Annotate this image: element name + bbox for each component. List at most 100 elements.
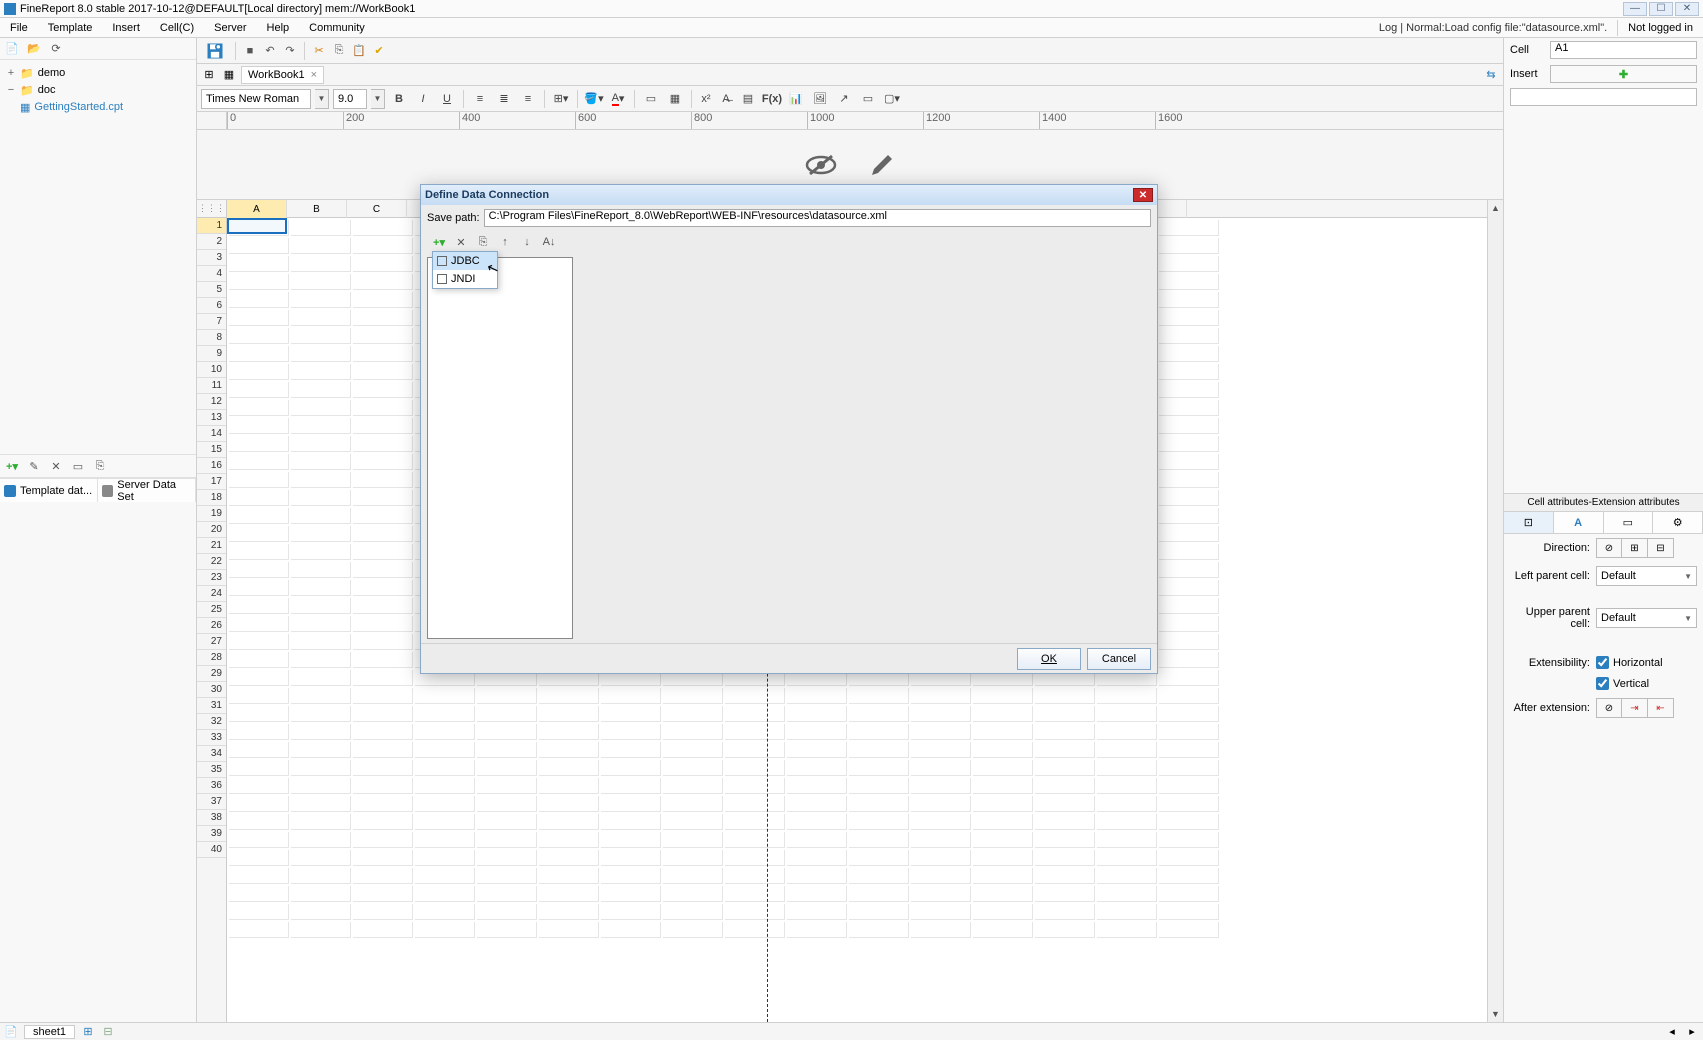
refresh-icon[interactable]: ⟳ [48,41,64,57]
bgcolor-button[interactable]: 🪣▾ [584,89,604,109]
direction-none[interactable]: ⊘ [1596,538,1622,558]
left-parent-select[interactable]: Default▼ [1596,566,1697,586]
undo-icon[interactable]: ↶ [262,43,278,59]
row-header[interactable]: 14 [197,426,226,442]
workbook-tab[interactable]: WorkBook1 × [241,66,324,84]
row-header[interactable]: 6 [197,298,226,314]
menu-help[interactable]: Help [257,20,300,36]
menu-server[interactable]: Server [204,20,256,36]
direction-vertical[interactable]: ⊞ [1622,538,1648,558]
pencil-icon[interactable] [868,151,896,179]
folder-doc[interactable]: −📁doc [6,82,190,98]
edit-ds-icon[interactable]: ✎ [26,458,42,474]
cancel-button[interactable]: Cancel [1087,648,1151,670]
cut-icon[interactable]: ✂ [311,43,327,59]
row-header[interactable]: 3 [197,250,226,266]
indent-button[interactable]: ▤ [738,89,758,109]
row-header[interactable]: 5 [197,282,226,298]
row-header[interactable]: 17 [197,474,226,490]
row-header[interactable]: 32 [197,714,226,730]
dlg-sort-icon[interactable]: A↓ [541,234,557,250]
dialog-title-bar[interactable]: Define Data Connection ✕ [421,185,1157,205]
direction-horizontal[interactable]: ⊟ [1648,538,1674,558]
align-left-button[interactable]: ≡ [470,89,490,109]
add-ds-icon[interactable]: +▾ [4,458,20,474]
row-header[interactable]: 37 [197,794,226,810]
hyperlink-button[interactable]: ↗ [834,89,854,109]
split-button[interactable]: ▦ [665,89,685,109]
dlg-delete-icon[interactable]: ✕ [453,234,469,250]
row-header[interactable]: 8 [197,330,226,346]
menu-template[interactable]: Template [38,20,103,36]
menu-insert[interactable]: Insert [102,20,150,36]
row-header[interactable]: 35 [197,762,226,778]
row-header[interactable]: 7 [197,314,226,330]
vertical-scrollbar[interactable]: ▲ ▼ [1487,200,1503,1022]
stop-icon[interactable]: ■ [242,43,258,59]
horizontal-checkbox[interactable]: Horizontal [1596,656,1663,669]
align-center-button[interactable]: ≣ [494,89,514,109]
row-header[interactable]: 24 [197,586,226,602]
dlg-down-icon[interactable]: ↓ [519,234,535,250]
upper-parent-select[interactable]: Default▼ [1596,608,1697,628]
align-right-button[interactable]: ≡ [518,89,538,109]
preview-ds-icon[interactable]: ▭ [70,458,86,474]
sheet-next-icon[interactable]: ▸ [1685,1025,1699,1039]
form-mode-icon[interactable]: ▦ [221,67,237,83]
vertical-checkbox[interactable]: Vertical [1596,677,1649,690]
row-header[interactable]: 19 [197,506,226,522]
row-header[interactable]: 1 [197,218,226,234]
border-button[interactable]: ⊞▾ [551,89,571,109]
sub-button[interactable]: A̶ [718,89,734,109]
formula-input[interactable] [1510,88,1697,106]
file-gettingstarted[interactable]: ▦GettingStarted.cpt [20,99,190,115]
save-button[interactable] [201,39,229,63]
chart-button[interactable]: 📊 [786,89,806,109]
sheet-config-icon[interactable]: 📄 [4,1025,18,1039]
tab-server-data[interactable]: Server Data Set [98,479,196,502]
sheet-prev-icon[interactable]: ◂ [1665,1025,1679,1039]
after-ext-none[interactable]: ⊘ [1596,698,1622,718]
attr-tab-other[interactable]: ⚙ [1653,512,1703,533]
scroll-down-icon[interactable]: ▼ [1488,1006,1503,1022]
row-header[interactable]: 29 [197,666,226,682]
float-button[interactable]: ▭ [858,89,878,109]
bold-button[interactable]: B [389,89,409,109]
save-path-input[interactable]: C:\Program Files\FineReport_8.0\WebRepor… [484,209,1151,227]
eye-off-icon[interactable] [804,152,838,178]
image-button[interactable]: 🖼 [810,89,830,109]
connection-list[interactable] [427,257,573,639]
font-name-input[interactable]: Times New Roman [201,89,311,109]
delete-ds-icon[interactable]: ✕ [48,458,64,474]
attr-tab-style[interactable]: A [1554,512,1604,533]
row-header[interactable]: 16 [197,458,226,474]
col-header[interactable]: B [287,200,347,218]
dlg-add-icon[interactable]: +▾ [431,234,447,250]
row-header[interactable]: 27 [197,634,226,650]
open-folder-icon[interactable]: 📂 [26,41,42,57]
switch-tab-icon[interactable]: ⇆ [1483,67,1499,83]
row-header[interactable]: 11 [197,378,226,394]
ok-button[interactable]: OK [1017,648,1081,670]
tab-template-data[interactable]: Template dat... [0,479,98,502]
sheet-form-icon[interactable]: ⊟ [101,1025,115,1039]
scroll-up-icon[interactable]: ▲ [1488,200,1503,216]
row-header[interactable]: 25 [197,602,226,618]
new-file-icon[interactable]: 📄 [4,41,20,57]
font-size-input[interactable]: 9.0 [333,89,367,109]
merge-button[interactable]: ▭ [641,89,661,109]
menu-community[interactable]: Community [299,20,375,36]
close-button[interactable]: ✕ [1675,2,1699,16]
cell-ref-input[interactable]: A1 [1550,41,1697,59]
sheet-tab-1[interactable]: sheet1 [24,1025,75,1039]
row-header[interactable]: 9 [197,346,226,362]
close-tab-icon[interactable]: × [311,69,317,81]
copy-icon[interactable]: ⎘ [331,43,347,59]
sheet-grid-icon[interactable]: ⊞ [81,1025,95,1039]
menu-file[interactable]: File [0,20,38,36]
menu-cell[interactable]: Cell(C) [150,20,204,36]
row-header[interactable]: 23 [197,570,226,586]
insert-button[interactable]: ✚ [1550,65,1697,83]
row-header[interactable]: 22 [197,554,226,570]
login-status[interactable]: Not logged in [1617,20,1703,36]
